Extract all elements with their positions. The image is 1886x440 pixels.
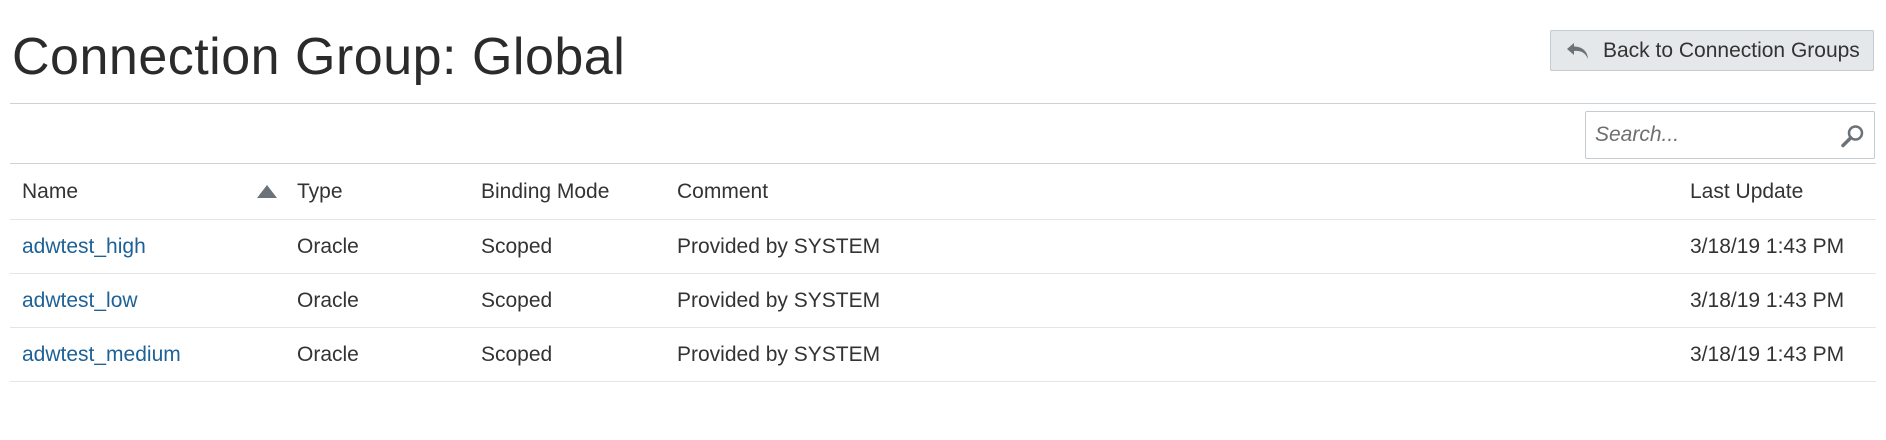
column-header-last-update[interactable]: Last Update <box>1690 164 1803 219</box>
search-box <box>1585 111 1875 159</box>
connection-name[interactable]: adwtest_high <box>22 235 146 259</box>
page-title: Connection Group: Global <box>12 28 626 86</box>
connection-type: Oracle <box>297 288 359 312</box>
table-row[interactable]: adwtest_low Oracle Scoped Provided by SY… <box>10 274 1876 328</box>
column-header-binding-mode[interactable]: Binding Mode <box>481 164 609 219</box>
comment: Provided by SYSTEM <box>677 234 881 258</box>
table-toolbar <box>10 104 1876 164</box>
binding-mode: Scoped <box>481 288 553 312</box>
binding-mode: Scoped <box>481 342 553 366</box>
comment: Provided by SYSTEM <box>677 342 881 366</box>
sort-ascending-icon[interactable] <box>257 185 277 198</box>
connection-name[interactable]: adwtest_low <box>22 289 138 313</box>
undo-arrow-icon <box>1565 40 1591 62</box>
last-update: 3/18/19 1:43 PM <box>1690 234 1845 258</box>
column-header-name[interactable]: Name <box>22 164 78 219</box>
connection-name[interactable]: adwtest_medium <box>22 343 181 367</box>
connection-name-link[interactable]: adwtest_high <box>22 220 146 273</box>
search-input[interactable] <box>1586 112 1826 158</box>
back-to-connection-groups-button[interactable]: Back to Connection Groups <box>1550 30 1874 71</box>
binding-mode: Scoped <box>481 234 553 258</box>
search-icon[interactable] <box>1840 123 1866 149</box>
connection-type: Oracle <box>297 342 359 366</box>
last-update: 3/18/19 1:43 PM <box>1690 288 1845 312</box>
comment: Provided by SYSTEM <box>677 288 881 312</box>
column-header-type[interactable]: Type <box>297 164 343 219</box>
column-header-comment[interactable]: Comment <box>677 164 768 219</box>
table-header-row: Name Type Binding Mode Comment Last Upda… <box>10 164 1876 220</box>
table-row[interactable]: adwtest_high Oracle Scoped Provided by S… <box>10 220 1876 274</box>
connection-name-link[interactable]: adwtest_low <box>22 274 138 327</box>
back-button-label: Back to Connection Groups <box>1603 38 1860 62</box>
connection-name-link[interactable]: adwtest_medium <box>22 328 181 381</box>
connections-table: Name Type Binding Mode Comment Last Upda… <box>10 164 1876 382</box>
connection-type: Oracle <box>297 234 359 258</box>
connection-group-page: Connection Group: Global Back to Connect… <box>0 0 1886 440</box>
last-update: 3/18/19 1:43 PM <box>1690 342 1845 366</box>
page-header: Connection Group: Global Back to Connect… <box>10 0 1876 104</box>
table-row[interactable]: adwtest_medium Oracle Scoped Provided by… <box>10 328 1876 382</box>
